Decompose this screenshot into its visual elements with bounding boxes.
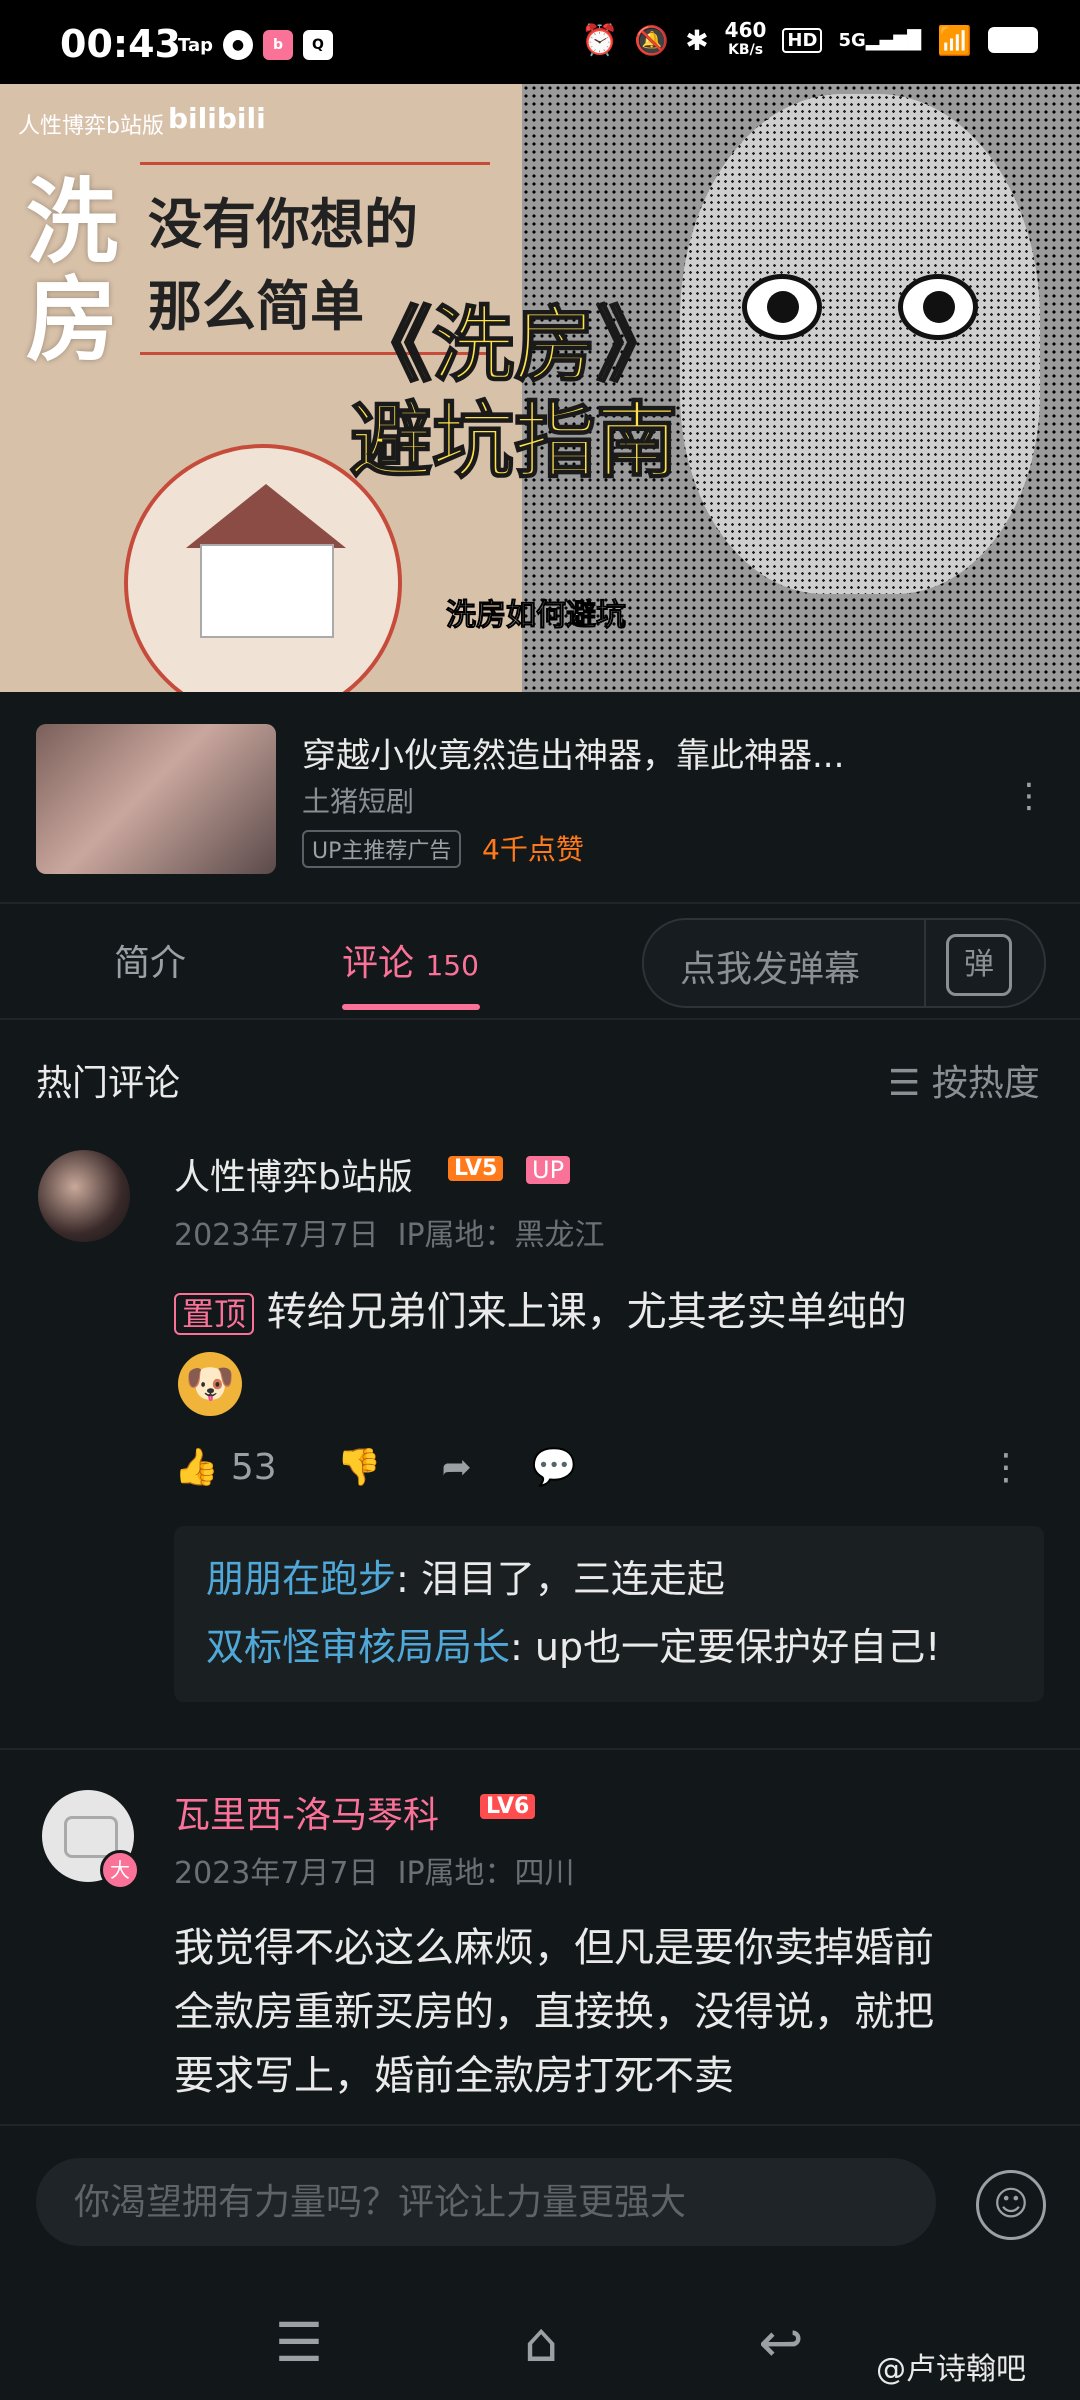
qq-icon: Q: [303, 30, 333, 60]
divider-line: [140, 162, 490, 165]
reply-line[interactable]: 朋朋在跑步: 泪目了，三连走起: [206, 1548, 725, 1603]
ad-card[interactable]: 穿越小伙竟然造出神器，靠此神器... 土猪短剧 UP主推荐广告 4千点赞 ⋮: [0, 692, 1080, 902]
reply-author: 朋朋在跑步: [206, 1557, 397, 1601]
reply-icon[interactable]: 💬: [532, 1446, 577, 1488]
comment-divider: [0, 1748, 1080, 1750]
dislike-icon[interactable]: 👎: [337, 1446, 382, 1488]
eye-right: [898, 274, 978, 340]
back-nav-icon[interactable]: ↩: [746, 2308, 816, 2378]
comment-username[interactable]: 瓦里西-洛马琴科: [174, 1786, 439, 1838]
like-icon[interactable]: 👍: [174, 1446, 219, 1488]
video-text-line2: 那么简单: [148, 275, 364, 338]
ad-thumbnail[interactable]: [36, 724, 276, 874]
tab-comments-count: 150: [425, 949, 479, 982]
danmaku-input[interactable]: 点我发弹幕 弹: [642, 918, 1046, 1008]
house-body: [200, 544, 334, 638]
tap-icon: Tap: [178, 34, 213, 56]
danmaku-placeholder[interactable]: 点我发弹幕: [680, 940, 860, 992]
menu-icon: ☰: [888, 1063, 921, 1104]
status-bar: 00:43 Tap ● b Q ⏰ 🔕 ✱ 460 KB/s HD 5G▂▄▆█…: [0, 0, 1080, 84]
character-face: [680, 94, 1040, 594]
net-speed: 460 KB/s: [724, 18, 767, 58]
video-subtitle: 洗房如何避坑: [446, 598, 627, 634]
reply-line[interactable]: 双标怪审核局局长: up也一定要保护好自己!: [206, 1616, 940, 1671]
reply-preview[interactable]: 朋朋在跑步: 泪目了，三连走起 双标怪审核局局长: up也一定要保护好自己!: [174, 1526, 1044, 1702]
tab-comments[interactable]: 评论 150: [342, 934, 479, 986]
mute-icon: 🔕: [634, 23, 670, 57]
video-text-line1: 没有你想的: [148, 193, 418, 256]
ad-likes: 4千点赞: [482, 833, 584, 866]
message-icon: ●: [223, 30, 253, 60]
battery-icon: [988, 27, 1038, 53]
level-badge: LV5: [448, 1156, 504, 1181]
wifi-icon: 📶: [937, 23, 972, 57]
pinned-badge: 置顶: [174, 1293, 255, 1335]
more-options-icon[interactable]: ⋮: [988, 1447, 1024, 1488]
status-left-icons: Tap ● b Q: [178, 30, 333, 60]
comment-text: 置顶 转给兄弟们来上课，尤其老实单纯的: [174, 1280, 1024, 1346]
comment-input-bar: ☺: [0, 2124, 1080, 2286]
comment-meta: 2023年7月7日 IP属地：四川: [174, 1856, 575, 1891]
tab-indicator: [342, 1004, 480, 1010]
signal-icon: 5G▂▄▆█: [838, 29, 922, 51]
emoji-icon[interactable]: ☺: [976, 2170, 1046, 2240]
bluetooth-icon: ✱: [685, 23, 709, 57]
sort-label: 按热度: [931, 1063, 1040, 1104]
ad-author: 土猪短剧: [302, 785, 415, 818]
avatar[interactable]: [38, 1150, 130, 1242]
sort-button[interactable]: ☰ 按热度: [888, 1054, 1040, 1106]
video-overlay-title: 《洗房》 避坑指南: [349, 297, 679, 490]
ad-tag: UP主推荐广告: [302, 830, 462, 868]
ad-title[interactable]: 穿越小伙竟然造出神器，靠此神器...: [302, 728, 844, 777]
comment-actions: 👍 53 👎 ➦ 💬 ⋮: [174, 1446, 1024, 1489]
vip-badge: 大: [100, 1850, 140, 1890]
up-badge: UP: [526, 1156, 571, 1184]
level-badge: LV6: [480, 1794, 536, 1819]
more-options-icon[interactable]: ⋮: [1012, 776, 1046, 816]
tab-intro[interactable]: 简介: [114, 934, 186, 986]
eye-left: [742, 274, 822, 340]
alarm-icon: ⏰: [580, 22, 619, 58]
video-big-text: 洗 房: [26, 169, 119, 374]
comment-text: 我觉得不必这么麻烦，但凡是要你卖掉婚前 全款房重新买房的，直接换，没得说，就把 …: [174, 1925, 934, 2099]
tab-bar: 简介 评论 150 点我发弹幕 弹: [0, 902, 1080, 1020]
status-right-icons: ⏰ 🔕 ✱ 460 KB/s HD 5G▂▄▆█ 📶: [581, 20, 1038, 60]
doge-emoji-icon: 🐶: [178, 1352, 242, 1416]
comment-input[interactable]: [36, 2158, 936, 2246]
menu-nav-icon[interactable]: ☰: [264, 2308, 334, 2378]
hd-icon: HD: [782, 27, 823, 53]
hot-comments-title: 热门评论: [36, 1063, 181, 1104]
danmaku-toggle-button[interactable]: 弹: [946, 934, 1012, 996]
reply-author: 双标怪审核局局长: [206, 1625, 511, 1669]
danmaku-separator: [924, 920, 926, 1006]
home-nav-icon[interactable]: ⌂: [506, 2308, 576, 2378]
house-roof: [186, 484, 346, 548]
status-time: 00:43: [60, 22, 181, 66]
share-icon[interactable]: ➦: [441, 1447, 471, 1488]
watermark: @卢诗翰吧: [876, 2352, 1026, 2387]
bilibili-logo: bilibili: [168, 102, 266, 135]
tab-comments-label: 评论: [342, 943, 415, 984]
comment-username[interactable]: 人性博弈b站版: [174, 1148, 413, 1200]
video-channel-caption: 人性博弈b站版: [18, 114, 164, 139]
video-player[interactable]: 人性博弈b站版 bilibili 洗 房 没有你想的 那么简单 《洗房》 避坑指…: [0, 84, 1080, 692]
comment-meta: 2023年7月7日 IP属地：黑龙江: [174, 1218, 605, 1253]
like-count: 53: [230, 1446, 277, 1488]
app-icon: b: [263, 30, 293, 60]
